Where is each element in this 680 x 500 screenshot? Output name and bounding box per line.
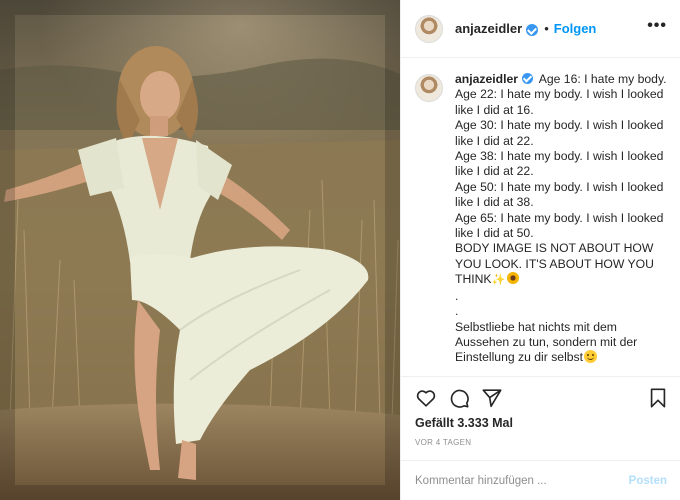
caption-line: like I did at 16. — [455, 102, 534, 117]
caption-text-line: Age 16: I hate my body. — [538, 72, 667, 86]
likes-count[interactable]: Gefällt 3.333 Mal — [415, 416, 513, 430]
caption-line: BODY IMAGE IS NOT ABOUT HOW — [455, 241, 654, 256]
heart-icon[interactable] — [415, 387, 437, 409]
post-photo[interactable] — [0, 0, 400, 500]
comment-input[interactable] — [415, 474, 625, 487]
caption-line: like I did at 22. — [455, 164, 534, 179]
smiley-emoji-icon — [584, 350, 598, 364]
caption-text-line: THINK — [455, 272, 492, 287]
photo-illustration — [0, 0, 400, 500]
caption-line: Selbstliebe hat nichts mit dem — [455, 319, 617, 334]
sunflower-emoji-icon — [507, 272, 520, 285]
caption-line: Age 22: I hate my body. I wish I looked — [455, 87, 664, 102]
caption-username[interactable]: anjazeidler — [455, 72, 518, 86]
instagram-post: anjazeidler • Folgen ••• anjazeidler Age… — [0, 0, 680, 500]
comments-area: anjazeidler Age 16: I hate my body. Age … — [401, 72, 680, 372]
caption-text-line: Einstellung zu dir selbst — [455, 350, 584, 365]
caption-line: Age 38: I hate my body. I wish I looked — [455, 149, 664, 164]
post-side-panel: anjazeidler • Folgen ••• anjazeidler Age… — [400, 0, 680, 500]
caption-line: like I did at 50. — [455, 226, 534, 241]
separator-dot: • — [544, 21, 549, 36]
caption-line: Age 50: I hate my body. I wish I looked — [455, 179, 664, 194]
paper-plane-icon[interactable] — [481, 387, 503, 409]
caption-line-1: anjazeidler Age 16: I hate my body. — [455, 72, 675, 87]
caption-line-think: THINK✨ — [455, 272, 675, 288]
caption-line-last: Einstellung zu dir selbst — [455, 350, 675, 365]
caption-text: anjazeidler Age 16: I hate my body. Age … — [455, 72, 675, 372]
caption-line: like I did at 22. — [455, 133, 534, 148]
post-timestamp[interactable]: VOR 4 TAGEN — [415, 438, 471, 447]
actions-bar — [401, 376, 680, 416]
header-username[interactable]: anjazeidler — [455, 21, 522, 36]
sparkles-emoji-icon: ✨ — [491, 274, 506, 287]
caption-avatar[interactable] — [415, 74, 443, 102]
caption-line: Aussehen zu tun, sondern mit der — [455, 334, 638, 349]
caption-line: . — [455, 304, 459, 319]
bookmark-icon[interactable] — [647, 387, 669, 409]
caption-line: Age 30: I hate my body. I wish I looked — [455, 118, 664, 133]
caption-line: YOU LOOK. IT'S ABOUT HOW YOU — [455, 256, 654, 271]
verified-badge-icon — [526, 23, 539, 36]
more-dots-icon[interactable]: ••• — [647, 17, 667, 35]
avatar[interactable] — [415, 14, 443, 43]
comment-form: Posten — [401, 460, 680, 500]
post-comment-button[interactable]: Posten — [629, 475, 667, 487]
verified-badge-icon — [522, 73, 533, 84]
caption-line: Age 65: I hate my body. I wish I looked — [455, 210, 664, 225]
post-header: anjazeidler • Folgen ••• — [401, 0, 680, 58]
follow-button[interactable]: Folgen — [554, 21, 597, 36]
caption-line: . — [455, 288, 459, 303]
comment-bubble-icon[interactable] — [448, 387, 470, 409]
caption-line: like I did at 38. — [455, 195, 534, 210]
